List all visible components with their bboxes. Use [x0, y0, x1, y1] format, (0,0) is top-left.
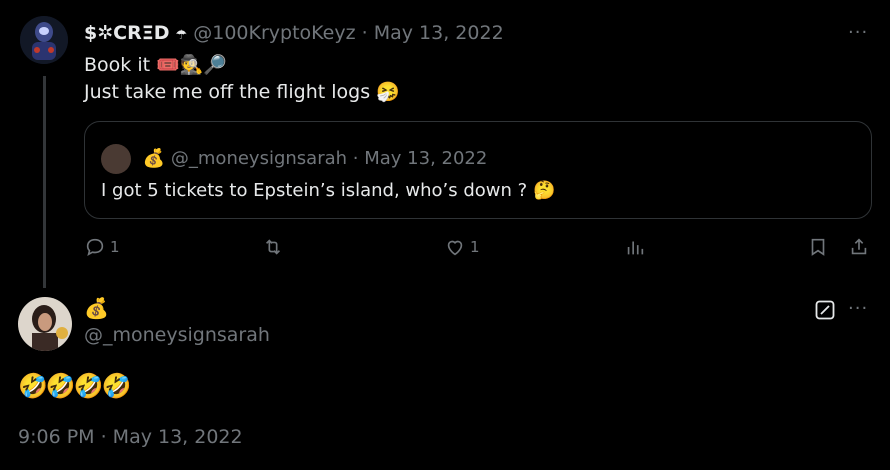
quoted-tweet-text: I got 5 tickets to Epstein’s island, who…: [101, 180, 556, 201]
tweet-text-line: Just take me off the flight logs 🤧: [84, 81, 400, 103]
handle[interactable]: @_moneysignsarah: [171, 148, 347, 169]
separator: ·: [361, 22, 368, 44]
quoted-tweet-header: 💰 @_moneysignsarah · May 13, 2022: [101, 144, 487, 174]
share-button[interactable]: [848, 236, 870, 258]
reply-count: 1: [110, 238, 120, 256]
retweet-icon: [265, 239, 281, 255]
money-bag-icon[interactable]: 💰: [84, 296, 109, 320]
thread-connector-line: [43, 76, 46, 288]
tweet-text: 🤣🤣🤣🤣: [18, 372, 132, 400]
heart-icon: [447, 240, 463, 256]
reply-button[interactable]: 1: [84, 236, 120, 258]
tweet-header: $✲CRΞD ☂ @100KryptoKeyz · May 13, 2022: [84, 22, 504, 44]
tweet-text: Book it 🎟️🕵️🔎 Just take me off the fligh…: [84, 52, 400, 106]
reply-icon: [86, 238, 104, 257]
more-options-icon[interactable]: ···: [848, 22, 868, 43]
more-options-icon[interactable]: ···: [848, 298, 868, 319]
avatar[interactable]: [101, 144, 131, 174]
tweet-text-line: Book it 🎟️🕵️🔎: [84, 54, 228, 76]
handle[interactable]: @_moneysignsarah: [84, 324, 270, 346]
name-badge-icon: ☂: [175, 28, 188, 43]
bookmark-icon: [811, 238, 825, 256]
tweet-date[interactable]: May 13, 2022: [374, 22, 504, 44]
views-button[interactable]: [624, 236, 650, 258]
handle[interactable]: @100KryptoKeyz: [193, 22, 355, 44]
like-button[interactable]: 1: [444, 236, 480, 258]
money-bag-icon: 💰: [142, 148, 166, 169]
tweet-actions: 1 1: [84, 236, 874, 266]
avatar-photo-image: [18, 297, 72, 351]
avatar-robot-image: [20, 16, 68, 64]
avatar[interactable]: [20, 16, 68, 64]
separator: ·: [352, 148, 359, 169]
quoted-tweet[interactable]: 💰 @_moneysignsarah · May 13, 2022 I got …: [84, 121, 872, 219]
views-icon: [627, 241, 644, 255]
display-name[interactable]: $✲CRΞD: [84, 22, 170, 44]
retweet-button[interactable]: [262, 236, 288, 258]
like-count: 1: [470, 238, 480, 256]
share-icon: [851, 238, 867, 255]
grok-icon[interactable]: [815, 300, 835, 320]
tweet-timestamp[interactable]: 9:06 PM · May 13, 2022: [18, 426, 243, 448]
avatar[interactable]: [18, 297, 72, 351]
bookmark-button[interactable]: [807, 236, 829, 258]
tweet-date[interactable]: May 13, 2022: [364, 148, 487, 169]
